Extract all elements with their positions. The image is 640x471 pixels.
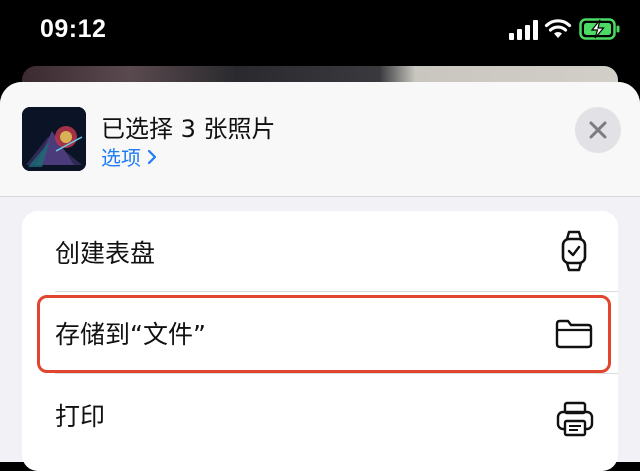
chevron-right-icon xyxy=(147,149,157,164)
action-print[interactable]: 打印 xyxy=(22,374,618,454)
wifi-icon xyxy=(544,19,572,38)
action-label: 打印 xyxy=(55,402,106,431)
battery-charging-icon xyxy=(579,18,620,40)
cellular-signal-icon xyxy=(509,20,538,40)
photo-thumbnail xyxy=(22,107,86,171)
close-icon xyxy=(589,121,607,139)
close-button[interactable] xyxy=(575,107,621,153)
status-time: 09:12 xyxy=(40,15,107,43)
printer-icon xyxy=(556,401,594,437)
action-create-watch-face[interactable]: 创建表盘 xyxy=(22,211,618,291)
watch-icon xyxy=(561,230,587,272)
share-sheet: 已选择 3 张照片 选项 创建表盘 存储到“文件” 打印 xyxy=(0,82,640,471)
share-sheet-header: 已选择 3 张照片 选项 xyxy=(0,82,640,197)
highlight-annotation xyxy=(37,295,611,373)
selection-title: 已选择 3 张照片 xyxy=(101,115,276,143)
options-link[interactable]: 选项 xyxy=(101,142,157,171)
options-label: 选项 xyxy=(101,146,141,170)
status-bar: 09:12 xyxy=(0,0,640,62)
action-label: 创建表盘 xyxy=(55,239,156,268)
